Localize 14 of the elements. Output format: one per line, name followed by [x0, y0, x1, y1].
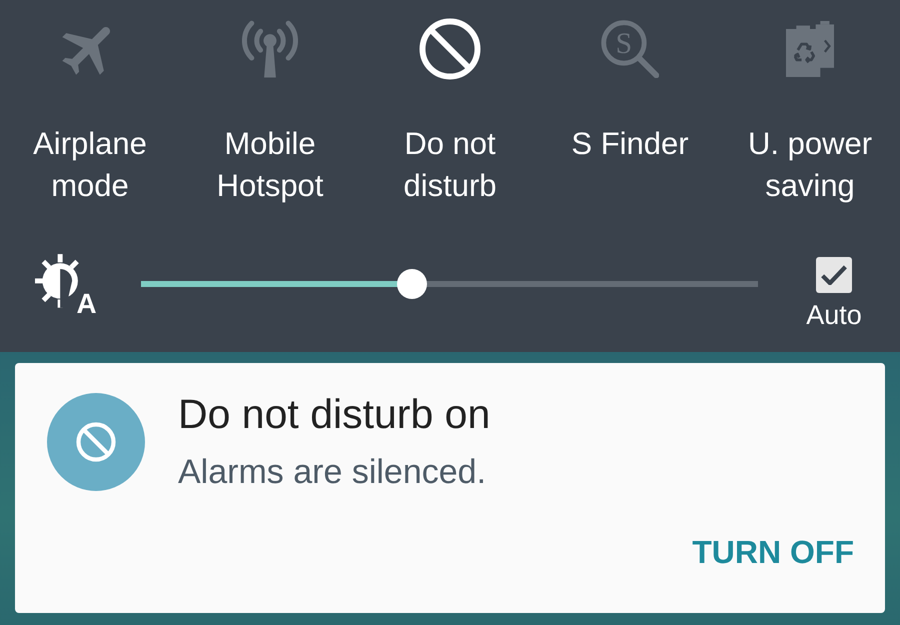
slider-thumb[interactable]: [397, 269, 428, 299]
brightness-slider[interactable]: [141, 269, 758, 299]
checkmark-icon: [821, 265, 847, 285]
prohibited-icon[interactable]: [419, 18, 481, 80]
auto-checkbox[interactable]: [816, 257, 852, 293]
tile-label[interactable]: Mobile Hotspot: [185, 123, 355, 207]
tile-label[interactable]: Do not disturb: [365, 123, 535, 207]
tile-label[interactable]: U. power saving: [725, 123, 895, 207]
notification-title: Do not disturb on: [178, 390, 490, 438]
tile-label[interactable]: Airplane mode: [5, 123, 175, 207]
auto-label: Auto: [806, 299, 862, 331]
turn-off-button[interactable]: TURN OFF: [684, 528, 862, 576]
notification-text: Alarms are silenced.: [178, 452, 488, 492]
tile-label[interactable]: S Finder: [571, 123, 689, 165]
